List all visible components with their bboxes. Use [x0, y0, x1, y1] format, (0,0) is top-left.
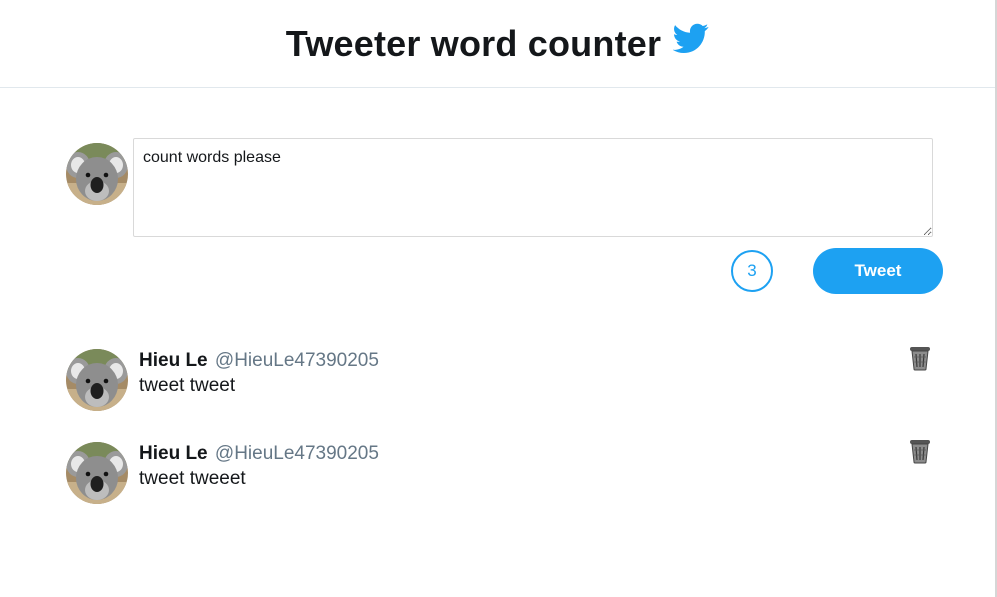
app-header: Tweeter word counter [0, 0, 995, 88]
page: Tweeter word counter count words please … [0, 0, 997, 597]
tweet-compose-input[interactable]: count words please [133, 138, 933, 237]
author-handle: @HieuLe47390205 [214, 443, 379, 464]
author-handle: @HieuLe47390205 [214, 350, 379, 371]
author-name: Hieu Le [139, 443, 208, 464]
tweet-button[interactable]: Tweet [813, 248, 943, 294]
avatar [66, 442, 128, 504]
tweet-item: Hieu Le @HieuLe47390205 tweet tweeet [66, 442, 936, 506]
trash-can-icon[interactable] [908, 345, 932, 371]
page-title: Tweeter word counter [285, 22, 662, 64]
tweet-header: Hieu Le @HieuLe47390205 [139, 443, 379, 465]
avatar [66, 349, 128, 411]
composer-avatar [66, 143, 128, 205]
tweet-text: tweet tweet [139, 375, 236, 396]
trash-can-icon[interactable] [908, 438, 932, 464]
author-name: Hieu Le [139, 350, 208, 371]
tweet-item: Hieu Le @HieuLe47390205 tweet tweet [66, 349, 936, 413]
word-count-badge: 3 [731, 250, 773, 292]
tweet-header: Hieu Le @HieuLe47390205 [139, 350, 379, 372]
twitter-bird-icon [672, 20, 709, 56]
tweet-text: tweet tweeet [139, 468, 246, 489]
